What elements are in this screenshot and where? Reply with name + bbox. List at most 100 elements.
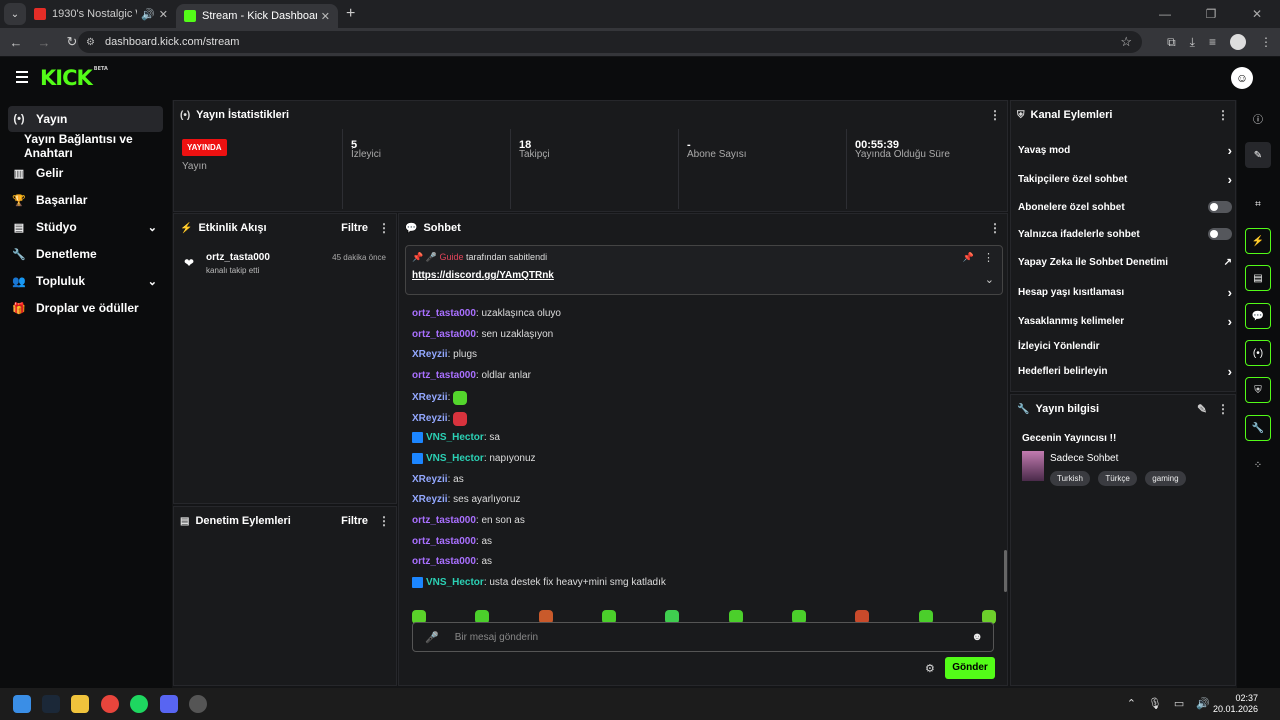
channel-action-item[interactable]: İzleyici Yönlendir	[1018, 337, 1232, 355]
scan-icon[interactable]: ⌗	[1245, 191, 1271, 217]
url-input[interactable]: ⚙ dashboard.kick.com/stream ☆	[78, 31, 1142, 53]
extensions-icon[interactable]: ⧉	[1167, 35, 1176, 50]
chat-username[interactable]: ortz_tasta000	[412, 308, 476, 319]
network-icon[interactable]: ▭	[1174, 697, 1184, 710]
sidebar-item-gelir[interactable]: ▥ Gelir	[8, 160, 163, 186]
tag[interactable]: Türkçe	[1098, 471, 1137, 486]
browser-tab-2[interactable]: Stream - Kick Dashboard ✕	[176, 4, 338, 28]
sidebar-item-topluluk[interactable]: 👥 Topluluk ⌄	[8, 268, 163, 294]
more-icon[interactable]: ⋮	[378, 221, 390, 235]
stream-category[interactable]: Sadece Sohbet	[1050, 453, 1118, 464]
browser-tab-1[interactable]: 1930's Nostalgic Winter Ja 🔊 ✕	[26, 0, 176, 28]
more-icon[interactable]: ⋮	[1217, 402, 1229, 416]
shield-icon[interactable]: ⛨	[1245, 377, 1271, 403]
menu-icon[interactable]	[16, 71, 28, 86]
chat-input[interactable]: 🎤 Bir mesaj gönderin ☻	[412, 622, 994, 652]
forward-icon[interactable]: →	[32, 35, 56, 50]
sidebar-item-basarilar[interactable]: 🏆 Başarılar	[8, 187, 163, 213]
back-icon[interactable]: ←	[4, 35, 28, 50]
unpin-icon[interactable]: 📌	[963, 252, 974, 263]
reading-list-icon[interactable]: ≡	[1209, 35, 1216, 49]
emoji-icon[interactable]: ☻	[971, 631, 983, 643]
chat-icon[interactable]: 💬	[1245, 303, 1271, 329]
send-button[interactable]: Gönder	[945, 657, 995, 679]
toggle-switch[interactable]	[1208, 228, 1232, 240]
chat-username[interactable]: XReyzii	[412, 474, 448, 485]
document-icon[interactable]: ▤	[1245, 265, 1271, 291]
channel-action-item[interactable]: Yalnızca ifadelerle sohbet	[1018, 225, 1232, 243]
filter-button[interactable]: Filtre	[341, 222, 368, 234]
kick-logo[interactable]: KICK BETA	[40, 66, 108, 90]
chat-username[interactable]: XReyzii	[412, 349, 448, 360]
download-icon[interactable]: ⤓	[1190, 35, 1195, 50]
chevron-up-icon[interactable]: ⌃	[1127, 697, 1136, 710]
lightning-icon[interactable]: ⚡	[1245, 228, 1271, 254]
profile-icon[interactable]	[1230, 34, 1246, 50]
chat-username[interactable]: ortz_tasta000	[412, 556, 476, 567]
channel-action-item[interactable]: Abonelere özel sohbet	[1018, 198, 1232, 216]
chat-username[interactable]: ortz_tasta000	[412, 370, 476, 381]
pinned-link[interactable]: https://discord.gg/YAmQTRnk	[412, 270, 554, 281]
tab-list-button[interactable]: ⌄	[4, 3, 26, 25]
tag[interactable]: gaming	[1145, 471, 1186, 486]
mic-icon[interactable]: 🎙	[1148, 697, 1162, 710]
sidebar-item-denetleme[interactable]: 🔧 Denetleme	[8, 241, 163, 267]
steam-icon[interactable]	[42, 695, 60, 713]
more-icon[interactable]: ⋮	[1217, 108, 1229, 122]
toggle-switch[interactable]	[1208, 201, 1232, 213]
discord-icon[interactable]	[160, 695, 178, 713]
pencil-icon[interactable]: ✎	[1245, 142, 1271, 168]
chat-username[interactable]: VNS_Hector	[426, 432, 484, 443]
more-icon[interactable]: ⋮	[989, 221, 1001, 235]
channel-action-item[interactable]: Hedefleri belirleyin ›	[1018, 362, 1232, 380]
sidebar-item-stream-key[interactable]: Yayın Bağlantısı ve Anahtarı	[20, 132, 170, 160]
clock[interactable]: 02:37 20.01.2026	[1213, 693, 1258, 715]
broadcast-icon[interactable]: (•)	[1245, 340, 1271, 366]
sidebar-item-yayin[interactable]: (•) Yayın	[8, 106, 163, 132]
bookmark-icon[interactable]: ☆	[1120, 34, 1132, 50]
browser-menu-icon[interactable]: ⋮	[1260, 35, 1272, 49]
wrench-icon[interactable]: 🔧	[1245, 415, 1271, 441]
channel-action-item[interactable]: Hesap yaşı kısıtlaması ›	[1018, 283, 1232, 301]
sidebar-item-droplar[interactable]: 🎁 Droplar ve ödüller	[8, 295, 163, 321]
sidebar-item-studyo[interactable]: ▤ Stüdyo ⌄	[8, 214, 163, 240]
volume-icon[interactable]: 🔊	[1196, 697, 1210, 710]
restore-icon[interactable]: ❐	[1188, 0, 1234, 28]
more-icon[interactable]: ⋮	[983, 251, 994, 264]
spotify-icon[interactable]	[130, 695, 148, 713]
channel-action-item[interactable]: Takipçilere özel sohbet ›	[1018, 170, 1232, 188]
filter-button[interactable]: Filtre	[341, 515, 368, 527]
category-thumbnail[interactable]	[1022, 451, 1044, 481]
app-icon[interactable]	[189, 695, 207, 713]
channel-action-item[interactable]: Yasaklanmış kelimeler ›	[1018, 312, 1232, 330]
tag[interactable]: Turkish	[1050, 471, 1090, 486]
more-icon[interactable]: ⋮	[989, 108, 1001, 122]
windows-start-icon[interactable]	[13, 695, 31, 713]
info-icon[interactable]: ⓘ	[1245, 105, 1271, 131]
chat-username[interactable]: ortz_tasta000	[412, 515, 476, 526]
avatar[interactable]: ☺	[1231, 67, 1253, 89]
new-tab-button[interactable]: +	[346, 5, 355, 23]
event-user[interactable]: ortz_tasta000	[206, 252, 270, 263]
chat-username[interactable]: ortz_tasta000	[412, 329, 476, 340]
chat-username[interactable]: XReyzii	[412, 392, 448, 403]
edit-icon[interactable]: ✎	[1197, 402, 1207, 416]
site-info-icon[interactable]: ⚙	[86, 37, 95, 48]
more-icon[interactable]: ⋮	[378, 514, 390, 528]
gear-icon[interactable]: ⚙	[925, 662, 935, 675]
chevron-down-icon[interactable]: ⌄	[985, 273, 994, 286]
channel-action-item[interactable]: Yavaş mod ›	[1018, 141, 1232, 159]
channel-action-item[interactable]: Yapay Zeka ile Sohbet Denetimi ↗	[1018, 253, 1232, 271]
pinned-by[interactable]: Guide	[439, 252, 463, 262]
chat-username[interactable]: ortz_tasta000	[412, 536, 476, 547]
chat-username[interactable]: VNS_Hector	[426, 577, 484, 588]
chat-username[interactable]: XReyzii	[412, 494, 448, 505]
chat-scrollbar[interactable]	[1004, 550, 1007, 592]
close-window-icon[interactable]: ✕	[1234, 0, 1280, 28]
close-icon[interactable]: ✕	[159, 8, 168, 21]
chat-username[interactable]: VNS_Hector	[426, 453, 484, 464]
minimize-icon[interactable]: —	[1142, 0, 1188, 28]
chat-username[interactable]: XReyzii	[412, 413, 448, 424]
chrome-icon[interactable]	[101, 695, 119, 713]
widgets-icon[interactable]: ⁘	[1245, 452, 1271, 478]
